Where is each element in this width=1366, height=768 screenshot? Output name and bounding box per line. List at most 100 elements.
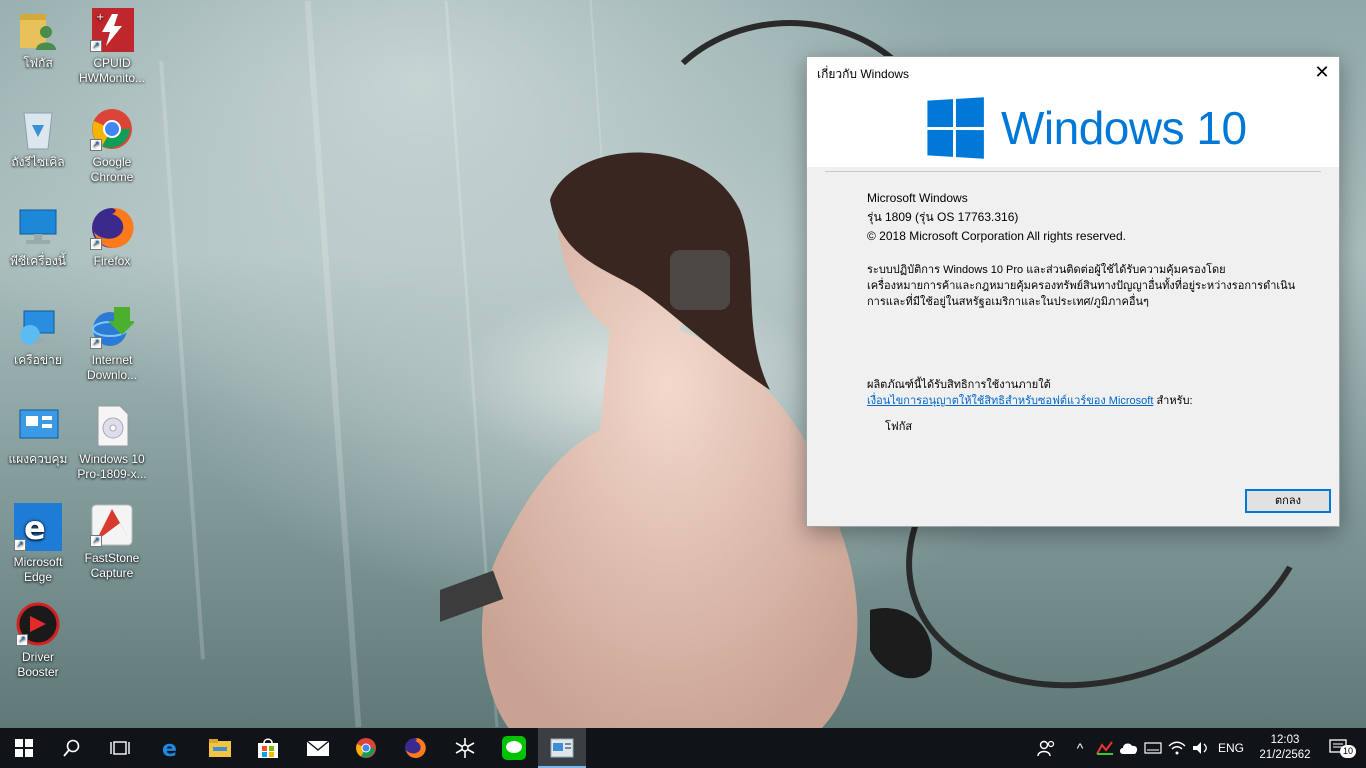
- licensed-user: โฟกัส: [885, 421, 913, 433]
- taskbar-mail[interactable]: [294, 728, 342, 768]
- tray-chart-icon: [1096, 741, 1113, 755]
- desktop-icon-label: Microsoft Edge: [13, 555, 63, 584]
- volume-button[interactable]: [1190, 728, 1212, 768]
- notification-count-badge: 10: [1340, 745, 1357, 758]
- mail-icon: [306, 740, 330, 756]
- speaker-icon: [1193, 742, 1207, 754]
- desktop-icon-label: โฟกัส: [23, 56, 53, 70]
- show-hidden-icons-button[interactable]: ^: [1068, 728, 1092, 768]
- microsoft-store-icon: [258, 738, 278, 758]
- desktop-icon-label: Google Chrome: [90, 155, 134, 184]
- network-icon: [16, 305, 60, 349]
- firefox-icon: ↗: [90, 206, 134, 250]
- desktop-icon-label: เครือข่าย: [14, 353, 62, 367]
- chrome-icon: [356, 738, 376, 758]
- onedrive-button[interactable]: [1118, 728, 1140, 768]
- task-view-icon: [110, 741, 130, 755]
- taskbar-file-explorer[interactable]: [196, 728, 244, 768]
- search-icon: [63, 739, 80, 757]
- desktop-icon-label: พีซีเครื่องนี้: [10, 254, 66, 268]
- taskbar: e ^ ENG 12:03 21/2/2562 10: [0, 728, 1366, 768]
- desktop-icon-label: Driver Booster: [17, 650, 59, 679]
- desktop-icon-label: ถังรีไซเคิล: [11, 155, 65, 169]
- desktop-icon-network[interactable]: เครือข่าย: [0, 305, 76, 368]
- desktop-icon-recycle-bin[interactable]: ถังรีไซเคิล: [0, 107, 76, 170]
- action-center-button[interactable]: 10: [1320, 728, 1360, 768]
- taskbar-edge[interactable]: e: [147, 728, 195, 768]
- desktop-icon-google-chrome[interactable]: ↗ Google Chrome: [74, 107, 150, 185]
- dialog-title: เกี่ยวกับ Windows: [817, 67, 910, 81]
- taskbar-line[interactable]: [490, 728, 538, 768]
- desktop-icon-label: CPUID HWMonito...: [78, 56, 145, 85]
- clock-date: 21/2/2562: [1259, 749, 1311, 761]
- about-windows-dialog: เกี่ยวกับ Windows ✕ Windows 10 Microsoft…: [806, 56, 1340, 527]
- desktop-icon-label: Windows 10 Pro-1809-x...: [77, 452, 147, 481]
- desktop-icon-label: แผงควบคุม: [8, 452, 68, 466]
- product-name: Microsoft Windows: [867, 191, 968, 205]
- control-panel-icon: [16, 404, 60, 448]
- desktop-icon-microsoft-edge[interactable]: e ↗ Microsoft Edge: [0, 503, 76, 585]
- desktop-icon-label: FastStone Capture: [84, 551, 140, 580]
- svg-text:e: e: [162, 737, 177, 759]
- start-windows-icon: [15, 739, 33, 757]
- task-view-button[interactable]: [96, 728, 144, 768]
- taskbar-about-windows[interactable]: [538, 728, 586, 768]
- desktop-icon-label: Internet Downlo...: [86, 353, 138, 382]
- desktop-icon-firefox[interactable]: ↗ Firefox: [74, 206, 150, 269]
- desktop-icon-disc-image[interactable]: Windows 10 Pro-1809-x...: [74, 404, 150, 482]
- about-windows-icon: [550, 738, 574, 758]
- desktop-icon-this-pc[interactable]: พีซีเครื่องนี้: [0, 206, 76, 269]
- windows-banner: Windows 10: [807, 87, 1339, 167]
- cpuid-hwmonitor-icon: + ↗: [90, 8, 136, 52]
- desktop-icon-user-folder[interactable]: โฟกัส: [0, 8, 76, 71]
- faststone-capture-icon: ↗: [90, 503, 134, 547]
- people-button[interactable]: [1032, 728, 1060, 768]
- wifi-icon: [1168, 741, 1186, 755]
- this-pc-icon: [16, 206, 60, 250]
- keyboard-indicator[interactable]: [1142, 728, 1164, 768]
- desktop-icon-internet-download-manager[interactable]: ↗ Internet Downlo...: [74, 305, 150, 383]
- svg-text:e: e: [24, 509, 46, 547]
- start-button[interactable]: [0, 728, 48, 768]
- user-folder-icon: [16, 8, 60, 52]
- license-text: ระบบปฏิบัติการ Windows 10 Pro และส่วนติด…: [867, 264, 1296, 308]
- people-icon: [1037, 740, 1055, 756]
- divider: [825, 171, 1321, 172]
- cloud-icon: [1120, 743, 1138, 754]
- desktop-icon-label: Firefox: [93, 254, 131, 268]
- firefox-icon: [405, 737, 426, 758]
- line-app-icon: [502, 736, 526, 760]
- keyboard-icon: [1144, 742, 1162, 754]
- wifi-button[interactable]: [1166, 728, 1188, 768]
- edge-icon: e ↗: [14, 503, 62, 551]
- version-text: รุ่น 1809 (รุ่น OS 17763.316): [867, 210, 1019, 224]
- chrome-icon: ↗: [90, 107, 134, 151]
- clock-time: 12:03: [1270, 734, 1300, 746]
- taskbar-firefox[interactable]: [391, 728, 439, 768]
- close-button[interactable]: ✕: [1305, 57, 1339, 87]
- copyright-text: © 2018 Microsoft Corporation All rights …: [867, 229, 1126, 243]
- clock-button[interactable]: 12:03 21/2/2562: [1252, 728, 1318, 768]
- taskbar-snowflake-app[interactable]: [441, 728, 489, 768]
- search-button[interactable]: [48, 728, 96, 768]
- ok-button[interactable]: ตกลง: [1245, 489, 1331, 513]
- input-language-button[interactable]: ENG: [1214, 728, 1248, 768]
- license-terms-link[interactable]: เงื่อนไขการอนุญาตให้ใช้สิทธิสำหรับซอฟต์แ…: [867, 395, 1153, 407]
- recycle-bin-icon: [16, 107, 60, 151]
- desktop-icon-control-panel[interactable]: แผงควบคุม: [0, 404, 76, 467]
- taskbar-store[interactable]: [244, 728, 292, 768]
- desktop-icon-faststone-capture[interactable]: ↗ FastStone Capture: [74, 503, 150, 581]
- tray-app-chart[interactable]: [1094, 728, 1116, 768]
- desktop-icon-driver-booster[interactable]: ↗ Driver Booster: [0, 602, 76, 680]
- edge-icon: e: [162, 737, 177, 759]
- file-explorer-icon: [209, 739, 231, 757]
- dialog-titlebar[interactable]: เกี่ยวกับ Windows ✕: [807, 57, 1339, 87]
- chevron-up-icon: ^: [1076, 740, 1084, 756]
- language-label: ENG: [1217, 741, 1244, 755]
- taskbar-chrome[interactable]: [342, 728, 390, 768]
- svg-text:+: +: [96, 12, 104, 23]
- desktop-icon-cpuid-hwmonitor[interactable]: + ↗ CPUID HWMonito...: [74, 8, 150, 86]
- disc-image-file-icon: [90, 404, 134, 448]
- internet-download-manager-icon: ↗: [90, 305, 136, 349]
- windows-logo-icon: [927, 97, 984, 159]
